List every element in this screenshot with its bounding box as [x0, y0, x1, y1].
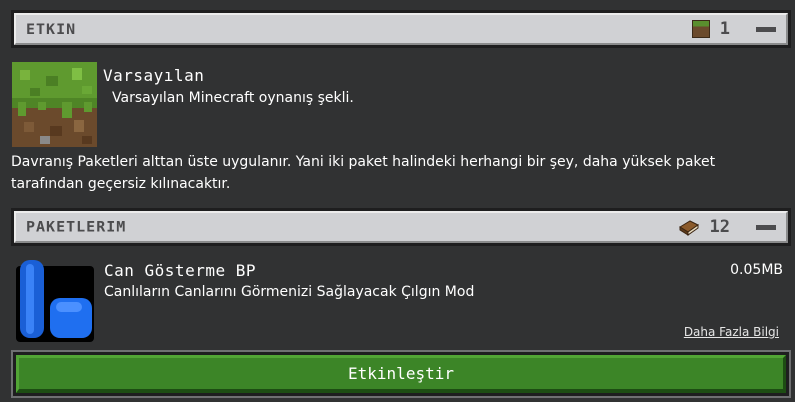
- book-icon: [678, 220, 699, 236]
- active-count: 1: [719, 19, 730, 39]
- active-section-header[interactable]: ETKIN 1: [11, 10, 791, 48]
- my-pack-size: 0.05MB: [730, 262, 783, 278]
- collapse-icon[interactable]: [756, 224, 776, 230]
- collapse-icon[interactable]: [756, 26, 776, 32]
- pack-logo-icon: [16, 260, 94, 342]
- behavior-pack-note: Davranış Paketleri alttan üste uygulanır…: [11, 154, 716, 192]
- default-pack-name: Varsayılan: [103, 66, 205, 85]
- more-info-link[interactable]: Daha Fazla Bilgi: [684, 325, 779, 339]
- activate-button[interactable]: Etkinleştir: [16, 355, 786, 393]
- active-section-header-bar[interactable]: ETKIN 1: [14, 13, 788, 45]
- my-packs-section-header-bar[interactable]: PAKETLERIM 12: [14, 211, 788, 243]
- activate-button-frame: Etkinleştir: [11, 350, 791, 398]
- my-pack-description: Canlıların Canlarını Görmenizi Sağlayaca…: [104, 284, 475, 300]
- my-packs-section-header[interactable]: PAKETLERIM 12: [11, 208, 791, 246]
- my-packs-count: 12: [709, 217, 730, 237]
- grass-block-icon: [691, 20, 710, 38]
- default-pack-description: Varsayılan Minecraft oynanış şekli.: [112, 90, 354, 106]
- active-section-title: ETKIN: [26, 20, 77, 38]
- my-pack-name: Can Gösterme BP: [104, 261, 256, 280]
- my-packs-section-title: PAKETLERIM: [26, 218, 127, 236]
- grass-block-icon: [12, 62, 97, 147]
